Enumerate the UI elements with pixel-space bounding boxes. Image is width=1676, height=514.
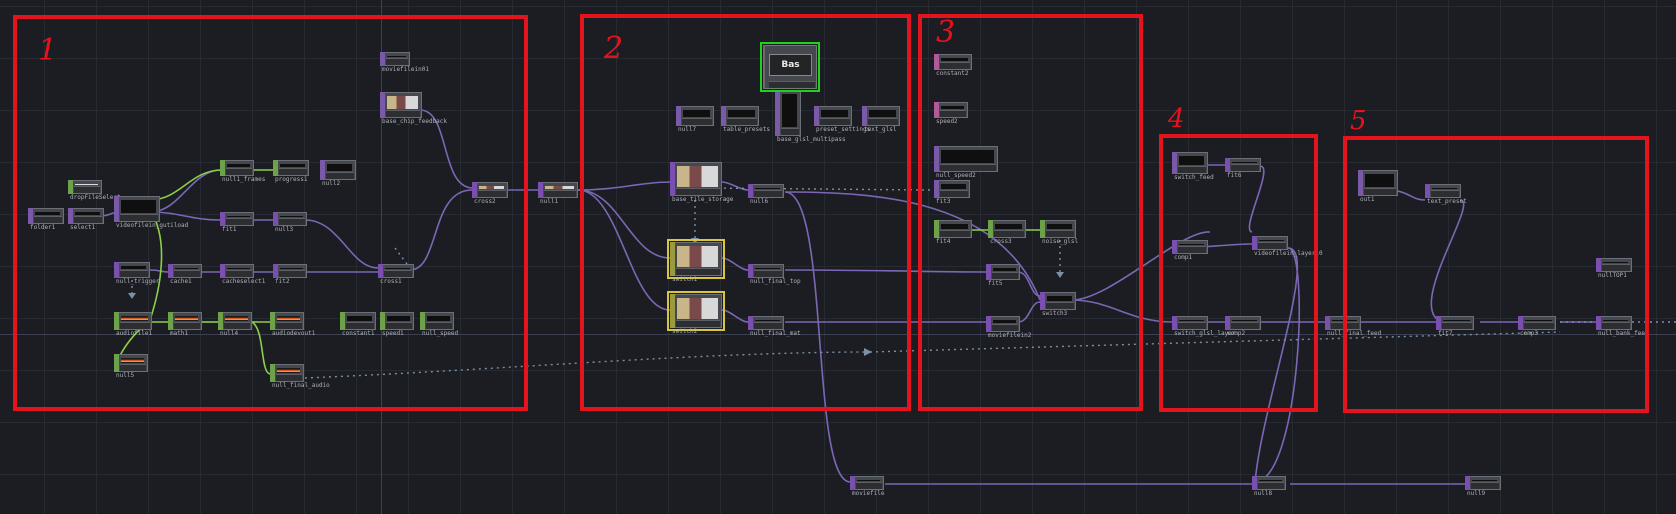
node-null1[interactable] xyxy=(538,182,578,198)
node-flags-bar[interactable] xyxy=(856,482,882,489)
operator-type-tag xyxy=(538,182,543,198)
node-flags-bar[interactable] xyxy=(1258,482,1284,489)
node-name-label: null9 xyxy=(1467,490,1486,497)
operator-type-tag xyxy=(850,476,855,490)
node-moviefile[interactable] xyxy=(850,476,884,490)
region-number-1: 1 xyxy=(38,33,58,68)
network-canvas[interactable]: folder1 select1 dropFileSelect videofilein_… xyxy=(0,0,1676,514)
node-null9[interactable] xyxy=(1465,476,1501,490)
region-number-3: 3 xyxy=(936,15,956,50)
node-null8[interactable] xyxy=(1252,476,1286,490)
base-comp-label: Bas xyxy=(769,54,812,76)
node-flags-bar[interactable] xyxy=(1471,482,1499,489)
region-box-1 xyxy=(13,15,528,411)
node-viewer xyxy=(1259,480,1282,481)
operator-type-tag xyxy=(1465,476,1470,490)
region-box-3 xyxy=(918,14,1143,411)
region-number-5: 5 xyxy=(1350,106,1367,136)
node-name-label: null1 xyxy=(540,198,559,205)
operator-type-tag xyxy=(1325,316,1330,330)
region-box-2 xyxy=(580,14,911,411)
region-number-4: 4 xyxy=(1168,104,1185,134)
node-viewer xyxy=(545,186,574,189)
node-viewer xyxy=(857,480,880,481)
node-flags-bar[interactable] xyxy=(544,190,576,197)
node-viewer xyxy=(1472,480,1497,481)
operator-type-tag xyxy=(1252,476,1257,490)
node-name-label: null8 xyxy=(1254,490,1273,497)
region-box-5 xyxy=(1343,136,1649,413)
node-name-label: moviefile xyxy=(852,490,885,497)
base-comp-node[interactable]: Bas xyxy=(760,42,820,92)
region-number-2: 2 xyxy=(604,31,624,66)
region-box-4 xyxy=(1159,134,1318,412)
